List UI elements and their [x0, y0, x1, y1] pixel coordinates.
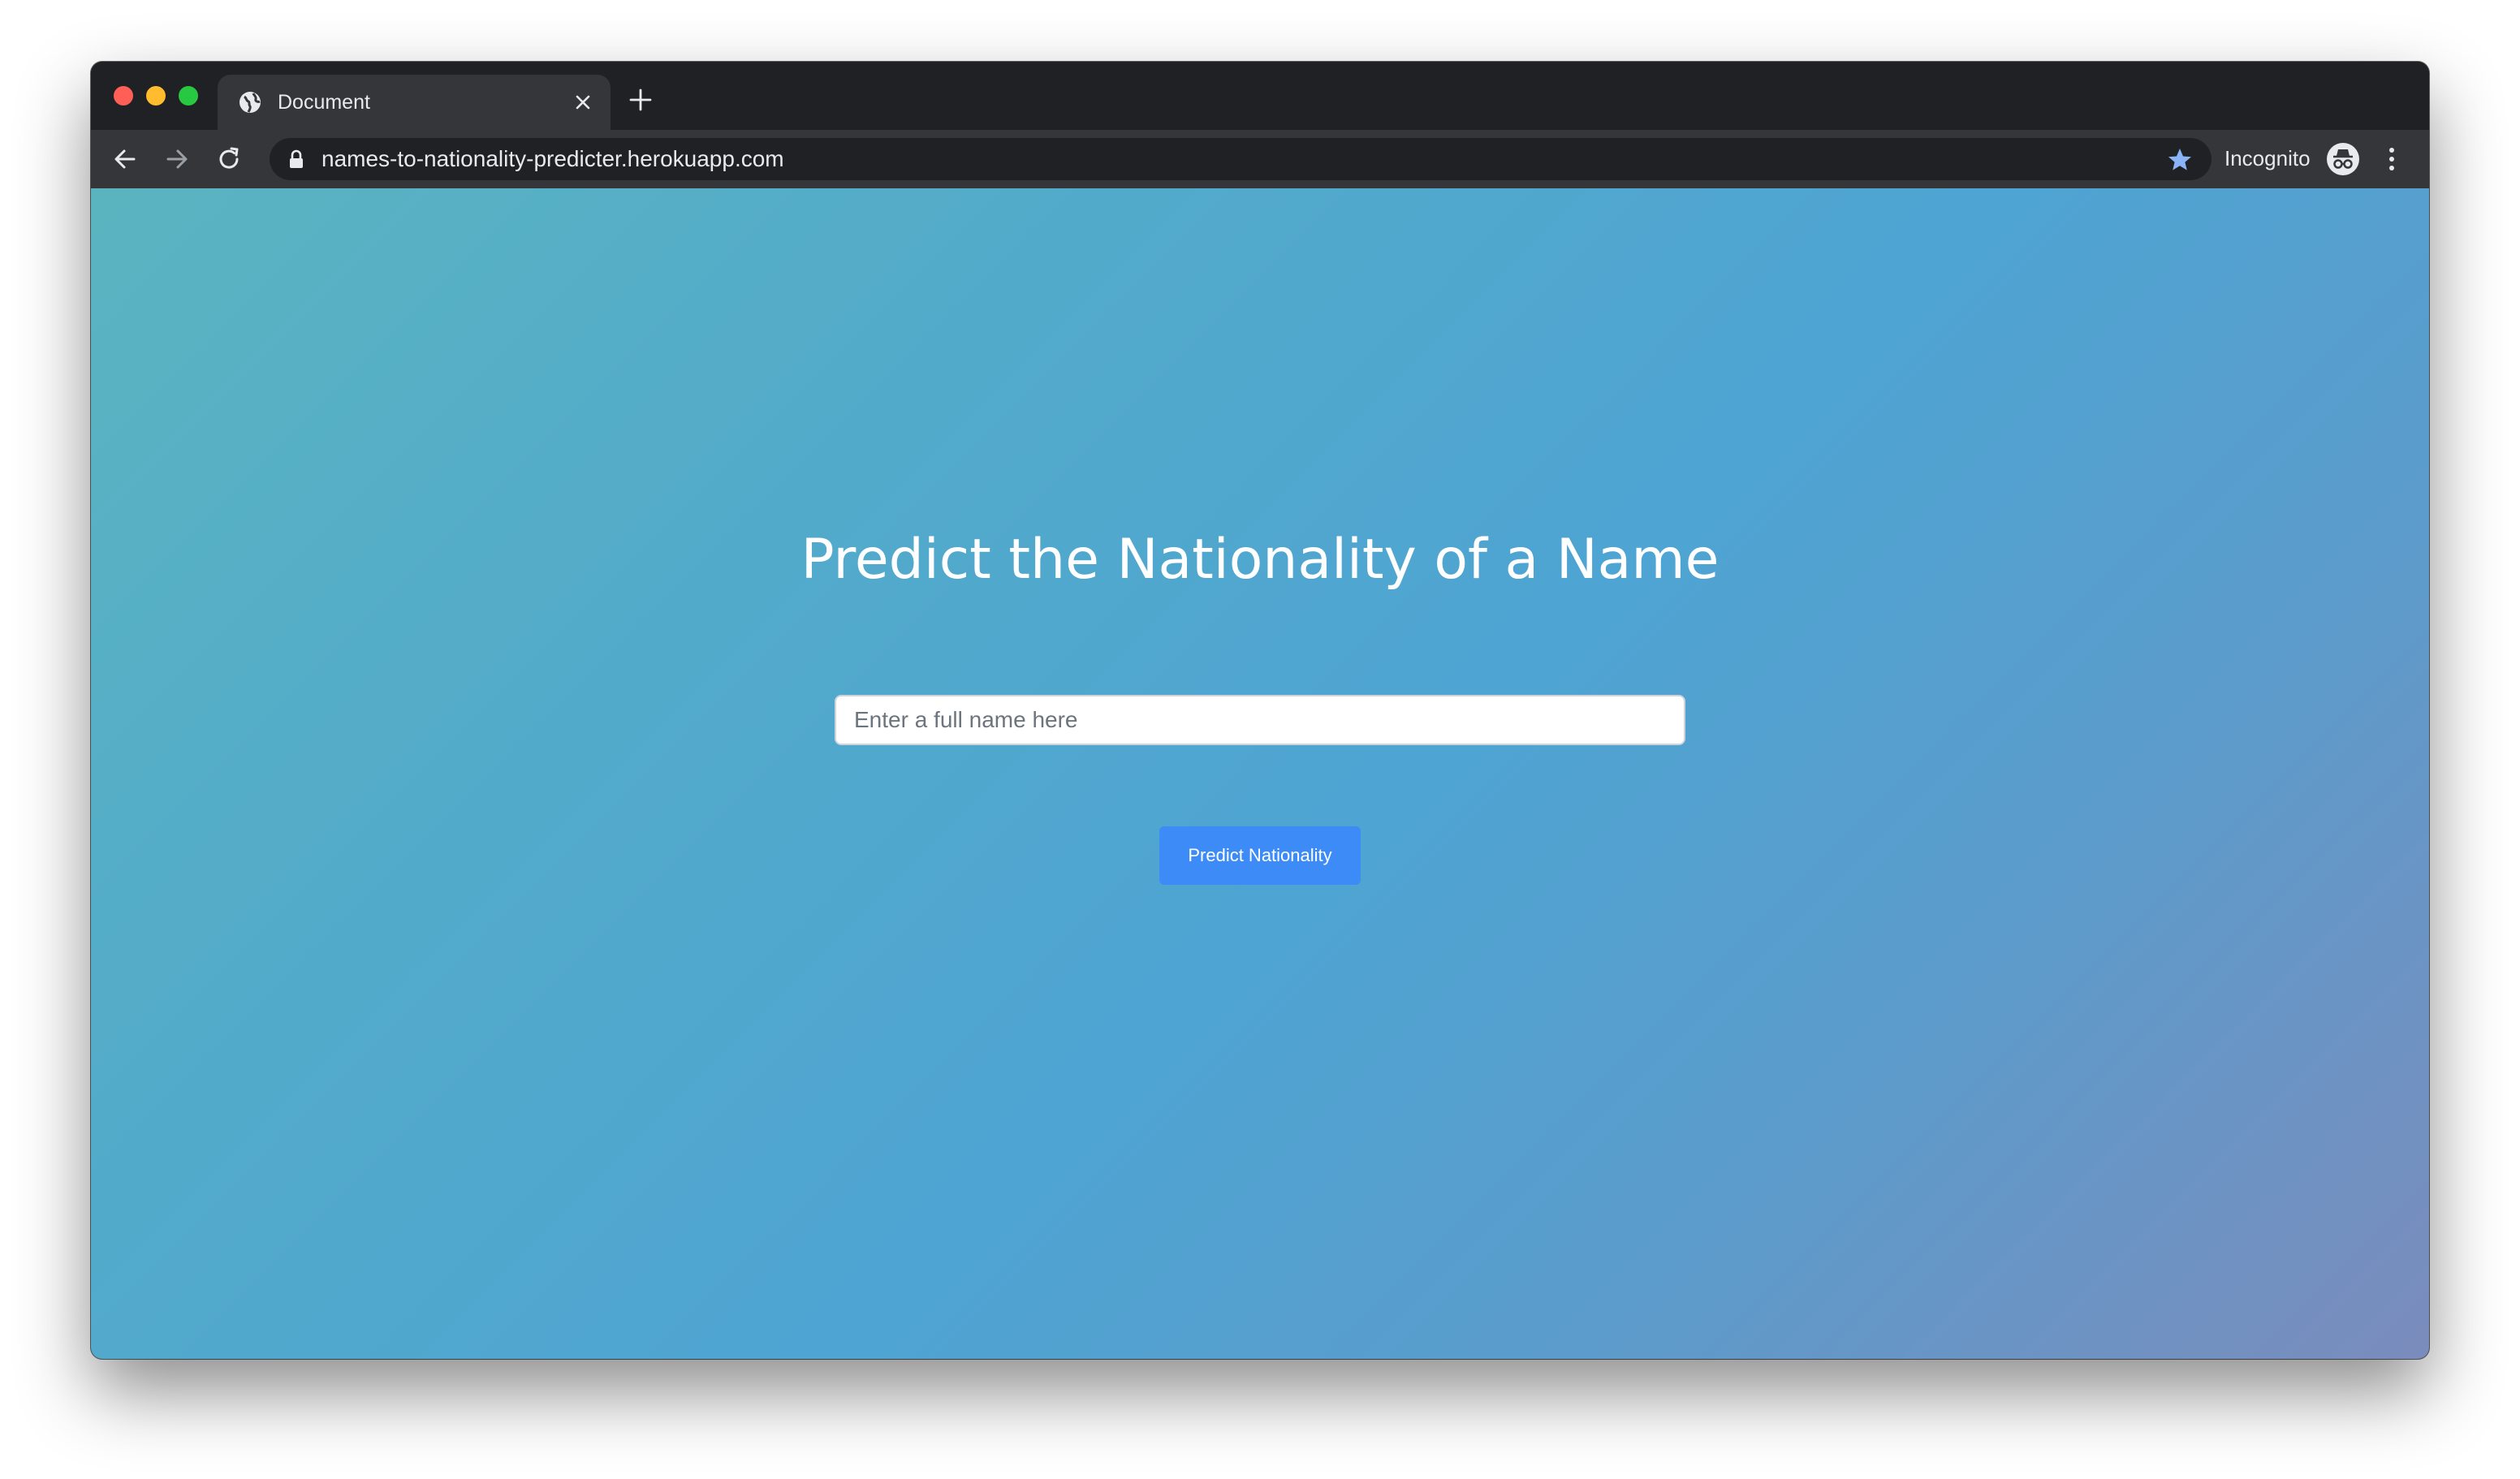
- page-viewport: Predict the Nationality of a Name Predic…: [91, 188, 2429, 1359]
- browser-window: Document names-to-nationality-predicter.…: [91, 62, 2429, 1359]
- bookmark-star-icon[interactable]: [2166, 146, 2194, 174]
- tab-title: Document: [278, 91, 370, 114]
- close-window-button[interactable]: [114, 86, 133, 106]
- incognito-icon[interactable]: [2325, 141, 2361, 177]
- page-title: Predict the Nationality of a Name: [800, 528, 1720, 592]
- forward-arrow-icon[interactable]: [162, 144, 192, 174]
- browser-toolbar: names-to-nationality-predicter.herokuapp…: [91, 130, 2429, 188]
- minimize-window-button[interactable]: [146, 86, 166, 106]
- new-tab-icon[interactable]: [628, 88, 653, 112]
- predict-nationality-button[interactable]: Predict Nationality: [1159, 826, 1361, 885]
- lock-icon[interactable]: [287, 149, 305, 169]
- address-bar[interactable]: names-to-nationality-predicter.herokuapp…: [270, 138, 2211, 180]
- close-icon[interactable]: [572, 91, 594, 114]
- back-arrow-icon[interactable]: [110, 144, 140, 174]
- incognito-label[interactable]: Incognito: [2224, 146, 2311, 170]
- name-input[interactable]: [835, 695, 1685, 745]
- tab-strip: Document: [91, 62, 2429, 130]
- globe-icon: [239, 92, 261, 113]
- menu-dots-icon[interactable]: [2380, 144, 2403, 174]
- maximize-window-button[interactable]: [179, 86, 198, 106]
- tab-document[interactable]: Document: [218, 75, 611, 130]
- url-text: names-to-nationality-predicter.herokuapp…: [321, 146, 784, 171]
- reload-icon[interactable]: [214, 144, 244, 174]
